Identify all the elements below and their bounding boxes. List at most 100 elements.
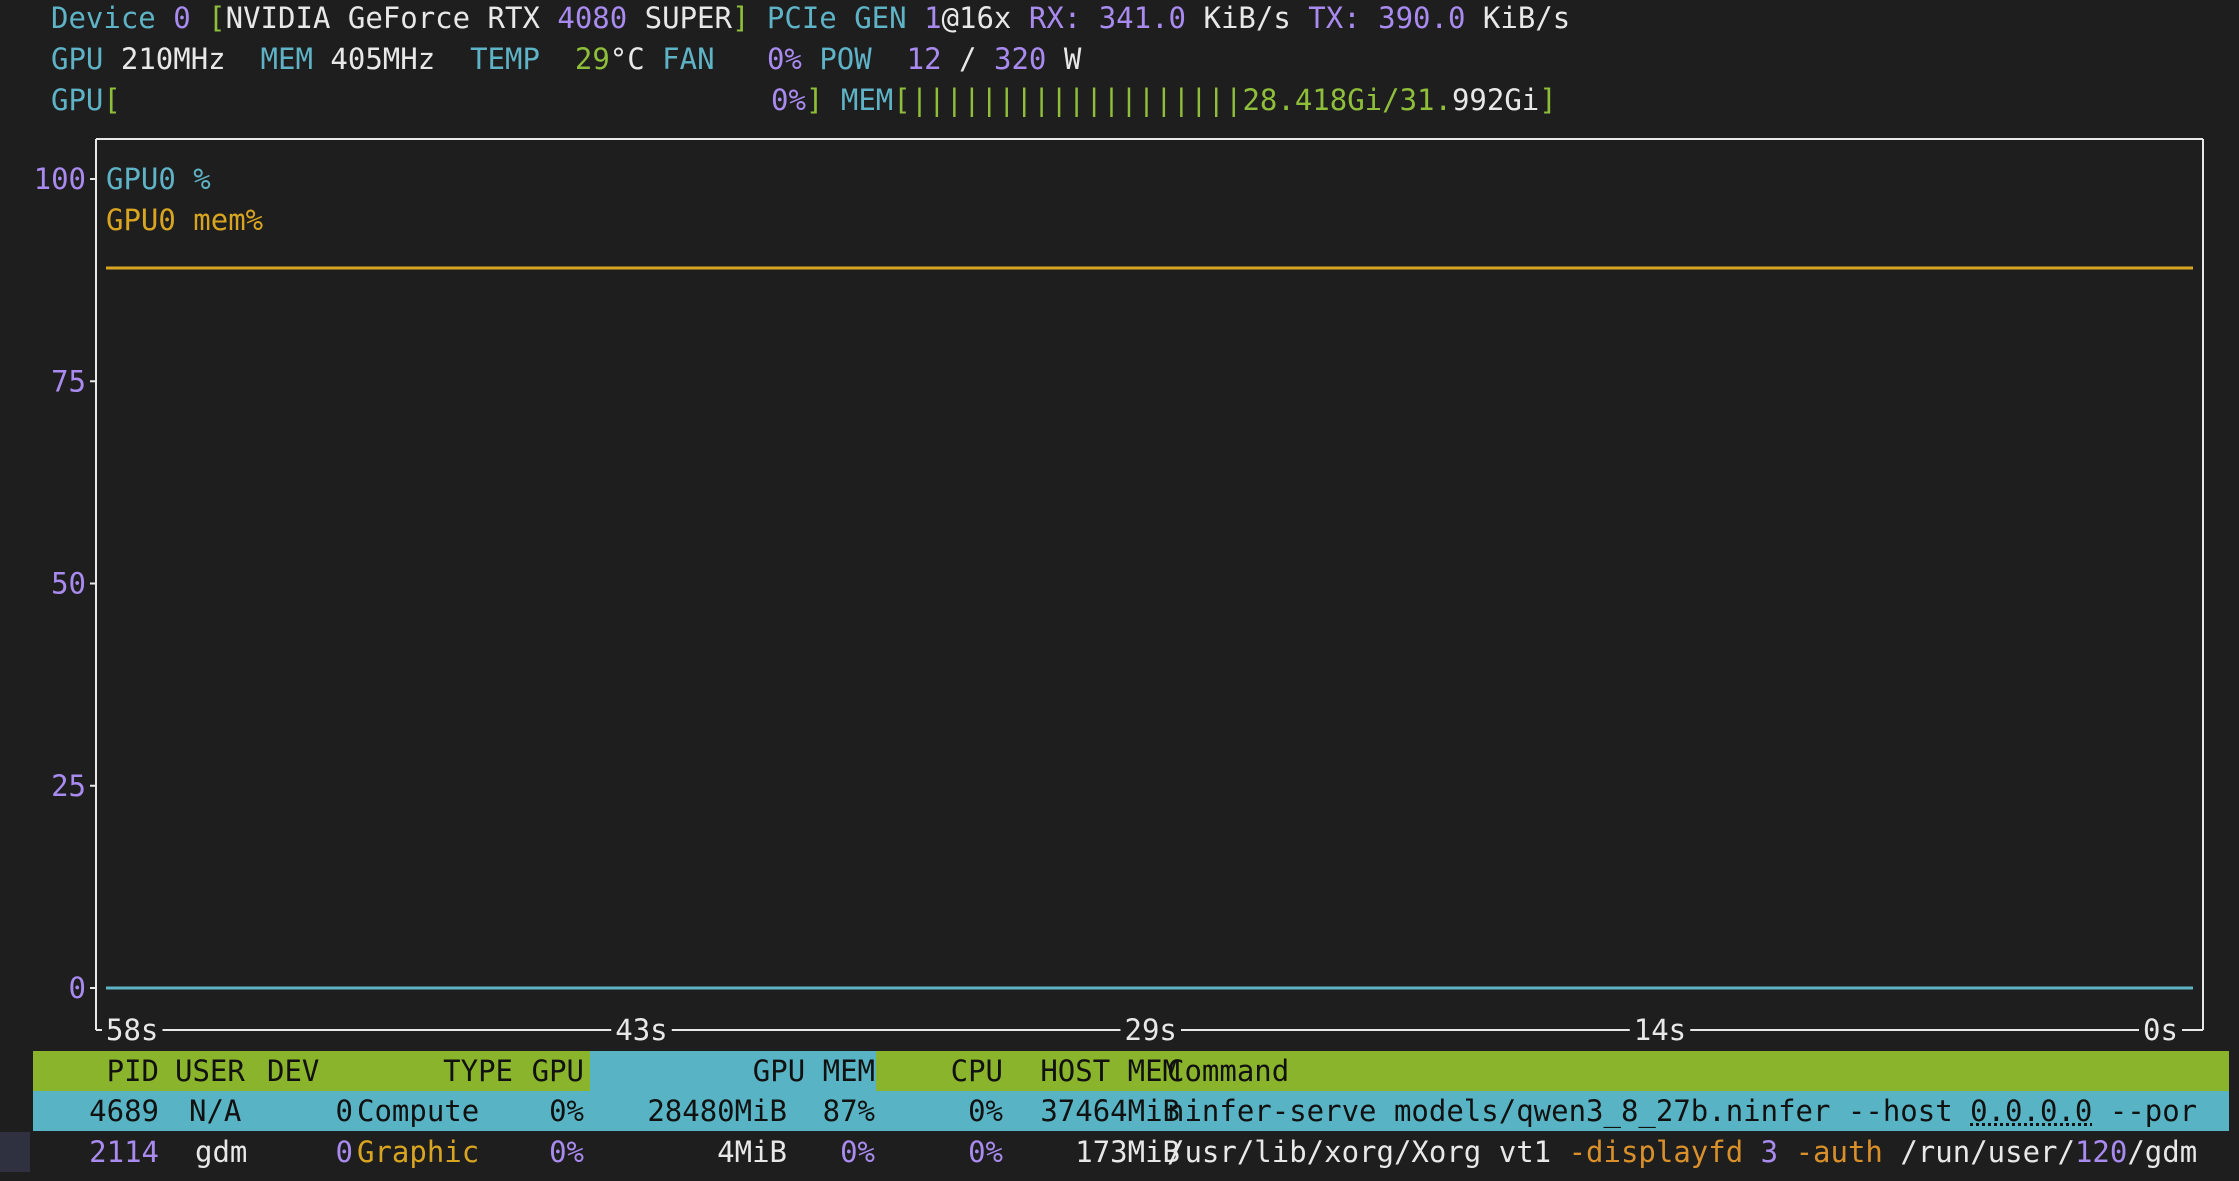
legend-entry: GPU0 % <box>106 162 211 196</box>
cell-cpu: 0% <box>968 1135 1003 1169</box>
mem-clock-label: MEM <box>260 42 313 76</box>
chart-frame <box>95 138 2204 1030</box>
command-text: ninfer-serve models/qwen3_8_27b.ninfer -… <box>1167 1094 1971 1128</box>
col-host-mem[interactable]: HOST MEM <box>993 1051 1180 1091</box>
gpu-bar-label: GPU <box>51 83 104 117</box>
col-pid[interactable]: PID <box>33 1051 159 1091</box>
pow-separator: / <box>959 42 977 76</box>
y-tick-label: 100 <box>34 162 86 196</box>
pcie-gen: 1 <box>924 1 942 35</box>
chart-legend: GPU0 % GPU0 mem% <box>106 162 263 237</box>
device-name-prefix: NVIDIA GeForce RTX <box>225 1 558 35</box>
cell-type: Compute <box>357 1094 480 1128</box>
temp-value: 29 <box>574 42 610 76</box>
cell-dev: 0 <box>335 1135 353 1169</box>
col-cpu[interactable]: CPU <box>893 1051 1003 1091</box>
command-arg: 120 <box>2074 1135 2128 1169</box>
cell-gpu-mem-pct: 87% <box>822 1094 875 1128</box>
rx-value: 341.0 <box>1098 1 1187 35</box>
x-tick-label: 58s <box>106 1013 158 1047</box>
row-selection-marker <box>0 1132 30 1172</box>
fan-label: FAN <box>662 42 715 76</box>
command-flag: -auth <box>1795 1135 1883 1169</box>
table-row[interactable]: 2114 gdm 0 Graphic 0% 4MiB 0% 0% 173MiB … <box>33 1132 2229 1172</box>
y-tick-label: 0 <box>69 971 86 1005</box>
chart-series <box>106 266 2193 990</box>
gpu-bar-value: 0% <box>771 83 806 117</box>
gpu-clock-value: 210MHz <box>120 42 226 76</box>
y-tick-label: 75 <box>51 364 86 398</box>
y-axis: 100 75 50 25 0 <box>34 162 96 1005</box>
mem-bar-total: 992Gi <box>1451 83 1540 117</box>
col-command[interactable]: Command <box>1167 1051 1289 1091</box>
y-tick-label: 50 <box>51 567 86 601</box>
rx-unit: KiB/s <box>1203 1 1291 35</box>
device-info-line: Device 0 [NVIDIA GeForce RTX 4080 SUPER]… <box>51 0 1570 39</box>
cell-command: ninfer-serve models/qwen3_8_27b.ninfer -… <box>1167 1091 2197 1131</box>
bracket: ] <box>805 83 824 117</box>
col-dev[interactable]: DEV <box>267 1051 319 1091</box>
col-type[interactable]: TYPE <box>353 1051 513 1091</box>
cell-user: gdm <box>195 1135 248 1169</box>
pow-label: POW <box>819 42 872 76</box>
pcie-width: @16x <box>941 1 1012 35</box>
command-text: --por <box>2092 1094 2198 1128</box>
bracket: ] <box>731 1 750 35</box>
cell-user: N/A <box>189 1094 242 1128</box>
tx-label: TX: <box>1308 1 1361 35</box>
pow-unit: W <box>1063 42 1082 76</box>
pow-current: 12 <box>906 42 942 76</box>
gpu-bar-end: 0%] MEM[|||||||||||||||||||28.418Gi/31.9… <box>771 80 1557 121</box>
table-row[interactable]: 4689 N/A 0 Compute 0% 28480MiB 87% 0% 37… <box>33 1091 2229 1131</box>
col-gpu[interactable]: GPU <box>513 1051 584 1091</box>
tx-value: 390.0 <box>1378 1 1466 35</box>
device-label: Device <box>51 1 156 35</box>
device-index: 0 <box>173 1 191 35</box>
col-gpu-mem[interactable]: GPU MEM <box>633 1051 875 1091</box>
command-text: /gdm <box>2127 1135 2198 1169</box>
bracket: [ <box>103 83 121 117</box>
cell-pid: 2114 <box>89 1135 159 1169</box>
cell-host-mem: 173MiB <box>1075 1135 1180 1169</box>
x-tick-label: 43s <box>615 1013 667 1047</box>
gpu-usage-bar: GPU[ <box>51 80 121 121</box>
command-host-link[interactable]: 0.0.0.0 <box>1970 1094 2092 1128</box>
cell-dev: 0 <box>335 1094 353 1128</box>
utilization-chart: 100 75 50 25 0 58s 43s 29s 14s 0s GPU0 % GPU0 mem… <box>34 138 2204 1047</box>
bracket: [ <box>208 1 226 35</box>
cell-pid: 4689 <box>89 1094 159 1128</box>
x-tick-label: 29s <box>1125 1013 1177 1047</box>
cell-type: Graphic <box>357 1135 480 1169</box>
device-name-suffix: SUPER <box>627 1 732 35</box>
bracket: ] <box>1539 83 1557 117</box>
fan-value: 0% <box>766 42 802 76</box>
process-table-header: PID USER DEV TYPE GPU GPU MEM CPU HOST M… <box>33 1051 2229 1091</box>
cell-gpu-mem: 28480MiB <box>647 1094 787 1128</box>
cell-command: /usr/lib/xorg/Xorg vt1 -displayfd 3 -aut… <box>1167 1132 2197 1172</box>
pcie-label: PCIe GEN <box>766 1 907 35</box>
command-text: /usr/lib/xorg/Xorg vt1 <box>1167 1135 1569 1169</box>
command-text: /run/user/ <box>1882 1135 2075 1169</box>
temp-unit: °C <box>609 42 645 76</box>
temp-label: TEMP <box>470 42 540 76</box>
cell-gpu: 0% <box>549 1135 584 1169</box>
cell-cpu: 0% <box>968 1094 1003 1128</box>
command-flag: -displayfd <box>1568 1135 1744 1169</box>
mem-bar-used: 28.418Gi/31. <box>1242 83 1452 117</box>
pow-max: 320 <box>993 42 1047 76</box>
tx-unit: KiB/s <box>1482 1 1571 35</box>
x-tick-label: 14s <box>1634 1013 1686 1047</box>
cell-host-mem: 37464MiB <box>1040 1094 1180 1128</box>
col-user[interactable]: USER <box>175 1051 245 1091</box>
y-tick-label: 25 <box>51 769 86 803</box>
cell-gpu-mem-pct: 0% <box>840 1135 875 1169</box>
mem-bar-fill: ||||||||||||||||||| <box>910 83 1243 117</box>
mem-clock-value: 405MHz <box>330 42 436 76</box>
legend-entry: GPU0 mem% <box>106 203 263 237</box>
cell-gpu: 0% <box>549 1094 584 1128</box>
rx-label: RX: <box>1028 1 1082 35</box>
x-axis: 58s 43s 29s 14s 0s <box>96 1013 2203 1047</box>
device-model-number: 4080 <box>557 1 628 35</box>
gpu-clock-label: GPU <box>51 42 104 76</box>
clock-info-line: GPU 210MHz MEM 405MHz TEMP 29°C FAN 0% P… <box>51 39 1081 80</box>
